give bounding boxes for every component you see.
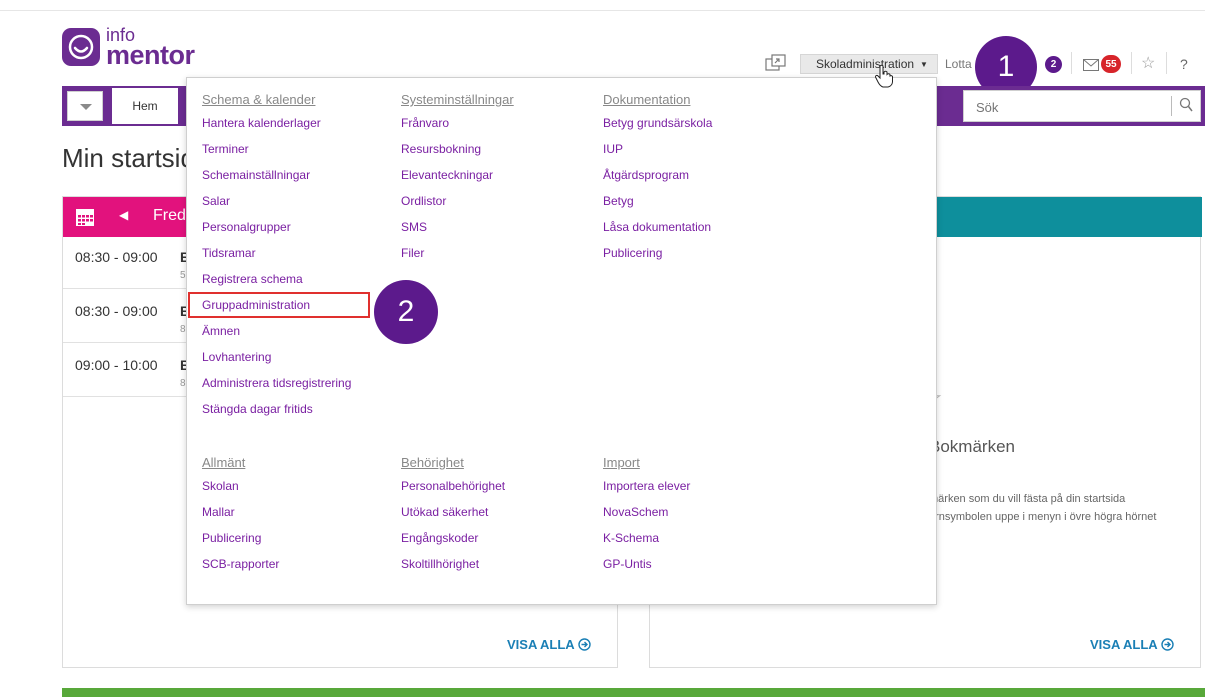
page-title: Min startsida bbox=[62, 143, 190, 173]
menu-item[interactable]: Personalgrupper bbox=[202, 214, 368, 240]
bookmarks-show-all-link[interactable]: VISA ALLA bbox=[1090, 637, 1174, 652]
menu-item[interactable]: GP-Untis bbox=[603, 551, 690, 577]
caret-down-icon: ▼ bbox=[920, 59, 928, 69]
menu-heading: Systeminställningar bbox=[401, 92, 514, 107]
top-divider bbox=[0, 10, 1205, 11]
menu-item[interactable]: Tidsramar bbox=[202, 240, 368, 266]
show-all-label: VISA ALLA bbox=[1090, 637, 1158, 652]
logo-smile-icon bbox=[62, 28, 100, 66]
menu-item[interactable]: Betyg bbox=[603, 188, 712, 214]
menu-column-allmant: Allmänt Skolan Mallar Publicering SCB-ra… bbox=[202, 453, 279, 577]
header-divider bbox=[1166, 52, 1167, 74]
switch-view-icon[interactable] bbox=[765, 54, 787, 72]
step-callout-2: 2 bbox=[374, 280, 438, 344]
school-admin-menu: Schema & kalender Hantera kalenderlager … bbox=[186, 77, 937, 605]
header-divider bbox=[1131, 52, 1132, 74]
menu-item[interactable]: Publicering bbox=[603, 240, 712, 266]
menu-heading: Behörighet bbox=[401, 455, 464, 470]
nav-home-tab[interactable]: Hem bbox=[112, 88, 178, 124]
menu-heading: Dokumentation bbox=[603, 92, 691, 107]
search-divider bbox=[1171, 96, 1172, 116]
event-subtitle: 5 bbox=[180, 270, 186, 281]
footer-bar bbox=[62, 688, 1205, 697]
bookmarks-help-text: märken som du vill fästa på din startsid… bbox=[929, 490, 1199, 526]
bookmarks-title: Bokmärken bbox=[929, 437, 1015, 456]
menu-item[interactable]: Salar bbox=[202, 188, 368, 214]
previous-day-icon[interactable]: ◀ bbox=[119, 208, 128, 222]
menu-item[interactable]: Låsa dokumentation bbox=[603, 214, 712, 240]
calendar-show-all-link[interactable]: VISA ALLA bbox=[507, 637, 591, 652]
bookmark-star-icon[interactable]: ☆ bbox=[1141, 53, 1155, 73]
menu-heading: Allmänt bbox=[202, 455, 246, 470]
arrow-circle-right-icon bbox=[577, 638, 591, 651]
menu-item[interactable]: Administrera tidsregistrering bbox=[202, 370, 368, 396]
menu-item[interactable]: K-Schema bbox=[603, 525, 690, 551]
event-time: 08:30 - 09:00 bbox=[75, 249, 158, 265]
menu-item[interactable]: SCB-rapporter bbox=[202, 551, 279, 577]
menu-item[interactable]: Ordlistor bbox=[401, 188, 514, 214]
menu-item[interactable]: Filer bbox=[401, 240, 514, 266]
menu-heading: Import bbox=[603, 455, 640, 470]
menu-item[interactable]: Stängda dagar fritids bbox=[202, 396, 368, 422]
event-time: 08:30 - 09:00 bbox=[75, 303, 158, 319]
header-divider bbox=[1071, 52, 1072, 74]
menu-item[interactable]: Åtgärdsprogram bbox=[603, 162, 712, 188]
chevron-down-icon bbox=[80, 104, 92, 110]
show-all-label: VISA ALLA bbox=[507, 637, 575, 652]
menu-item[interactable]: Terminer bbox=[202, 136, 368, 162]
event-subtitle: 8 bbox=[180, 378, 186, 389]
menu-column-import: Import Importera elever NovaSchem K-Sche… bbox=[603, 453, 690, 577]
menu-column-system: Systeminställningar Frånvaro Resursbokni… bbox=[401, 90, 514, 266]
menu-item[interactable]: Frånvaro bbox=[401, 110, 514, 136]
menu-item[interactable]: SMS bbox=[401, 214, 514, 240]
menu-item[interactable]: Ämnen bbox=[202, 318, 368, 344]
menu-item[interactable]: Skoltillhörighet bbox=[401, 551, 505, 577]
mail-icon[interactable] bbox=[1083, 58, 1099, 71]
menu-column-schema: Schema & kalender Hantera kalenderlager … bbox=[188, 90, 370, 422]
menu-item[interactable]: Personalbehörighet bbox=[401, 473, 505, 499]
menu-item[interactable]: Elevanteckningar bbox=[401, 162, 514, 188]
menu-item[interactable]: Registrera schema bbox=[202, 266, 368, 292]
menu-item[interactable]: NovaSchem bbox=[603, 499, 690, 525]
menu-toggle-button[interactable] bbox=[67, 91, 103, 121]
notification-badge[interactable]: 2 bbox=[1045, 56, 1062, 73]
infomentor-logo[interactable]: info mentor bbox=[62, 25, 222, 74]
menu-item[interactable]: Publicering bbox=[202, 525, 279, 551]
menu-heading: Schema & kalender bbox=[202, 92, 316, 107]
event-time: 09:00 - 10:00 bbox=[75, 357, 158, 373]
mail-count-badge[interactable]: 55 bbox=[1101, 55, 1121, 73]
calendar-icon bbox=[76, 209, 94, 226]
menu-item[interactable]: Schemainställningar bbox=[202, 162, 368, 188]
search-input[interactable] bbox=[976, 97, 1166, 117]
help-icon[interactable]: ? bbox=[1180, 56, 1188, 72]
event-subtitle: 8 bbox=[180, 324, 186, 335]
menu-item[interactable]: Skolan bbox=[202, 473, 279, 499]
arrow-circle-right-icon bbox=[1160, 638, 1174, 651]
menu-column-dokumentation: Dokumentation Betyg grundsärskola IUP Åt… bbox=[603, 90, 712, 266]
search-icon[interactable] bbox=[1179, 97, 1193, 113]
school-admin-label: Skoladministration bbox=[816, 57, 915, 71]
bookmarks-help-line: märken som du vill fästa på din startsid… bbox=[929, 493, 1126, 505]
school-admin-dropdown-button[interactable]: Skoladministration ▼ bbox=[800, 54, 938, 74]
menu-item[interactable]: Importera elever bbox=[603, 473, 690, 499]
menu-item[interactable]: Engångskoder bbox=[401, 525, 505, 551]
menu-item[interactable]: Lovhantering bbox=[202, 344, 368, 370]
menu-item[interactable]: Resursbokning bbox=[401, 136, 514, 162]
menu-item[interactable]: Betyg grundsärskola bbox=[603, 110, 712, 136]
search-box bbox=[963, 90, 1201, 122]
logo-text-mentor: mentor bbox=[106, 40, 195, 70]
bookmarks-help-line: ärnsymbolen uppe i menyn i övre högra hö… bbox=[929, 511, 1157, 523]
menu-item[interactable]: Utökad säkerhet bbox=[401, 499, 505, 525]
menu-item[interactable]: Hantera kalenderlager bbox=[202, 110, 368, 136]
hand-cursor-icon bbox=[874, 64, 893, 88]
menu-item-group-admin[interactable]: Gruppadministration bbox=[188, 292, 370, 318]
menu-item[interactable]: IUP bbox=[603, 136, 712, 162]
menu-item[interactable]: Mallar bbox=[202, 499, 279, 525]
menu-column-behorighet: Behörighet Personalbehörighet Utökad säk… bbox=[401, 453, 505, 577]
